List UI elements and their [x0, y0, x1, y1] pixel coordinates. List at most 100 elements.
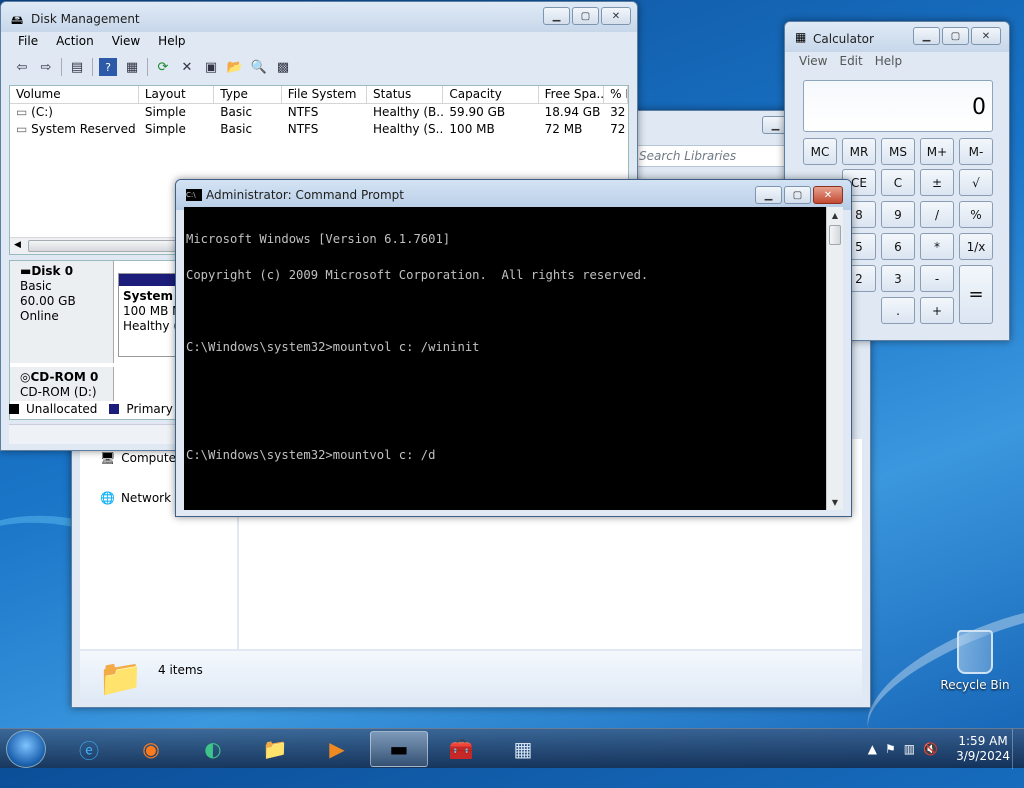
rescan-icon[interactable]: ▩ — [274, 58, 292, 76]
console-tree-icon[interactable]: ▤ — [68, 58, 86, 76]
calc-button[interactable]: √ — [959, 169, 993, 196]
calc-button[interactable]: 6 — [881, 233, 915, 260]
calc-button[interactable]: 9 — [881, 201, 915, 228]
vertical-scrollbar[interactable]: ▲ ▼ — [826, 207, 843, 510]
calc-button[interactable]: / — [920, 201, 954, 228]
menu-action[interactable]: Action — [47, 32, 103, 50]
taskbar-app-ie[interactable]: ⓔ — [60, 731, 118, 767]
close-button[interactable]: ✕ — [813, 186, 843, 204]
maximize-button[interactable]: ▢ — [784, 186, 811, 204]
menu-help[interactable]: Help — [869, 52, 908, 70]
column-header-type[interactable]: Type — [214, 86, 282, 103]
cmd-icon: ▬ — [389, 737, 409, 761]
window-title: Calculator — [813, 32, 874, 46]
title-bar[interactable]: C:\ Administrator: Command Prompt ▁ ▢ ✕ — [176, 180, 851, 210]
scrollbar-thumb[interactable] — [28, 240, 188, 252]
disk-0-label[interactable]: ▬Disk 0 Basic 60.00 GB Online — [10, 261, 114, 363]
title-bar[interactable]: ▦ Calculator ▁ ▢ ✕ — [785, 22, 1009, 52]
column-header-layout[interactable]: Layout — [139, 86, 215, 103]
scroll-down-icon[interactable]: ▼ — [827, 494, 843, 510]
title-bar[interactable]: 🖴 Disk Management ▁ ▢ ✕ — [1, 2, 637, 32]
recycle-bin[interactable]: Recycle Bin — [940, 630, 1010, 692]
calculator-icon: ▦ — [513, 737, 533, 761]
forward-icon[interactable]: ⇨ — [37, 58, 55, 76]
calc-button[interactable]: * — [920, 233, 954, 260]
cell-capacity: 59.90 GB — [449, 105, 506, 119]
column-header-volume[interactable]: Volume — [10, 86, 139, 103]
properties-icon[interactable]: ▦ — [123, 58, 141, 76]
network-status-icon[interactable]: ▥ — [904, 742, 915, 756]
scroll-left-icon[interactable]: ◀ — [14, 240, 21, 250]
item-count: 4 items — [158, 663, 203, 677]
calc-button[interactable]: MR — [842, 138, 876, 165]
menu-file[interactable]: File — [9, 32, 47, 50]
details-pane: 📁 4 items — [80, 651, 862, 699]
calc-button[interactable]: . — [881, 297, 915, 324]
maximize-button[interactable]: ▢ — [942, 27, 969, 45]
volume-muted-icon[interactable]: 🔇 — [923, 742, 938, 756]
nav-item-network[interactable]: 🌐 Network — [100, 491, 171, 505]
disk-size: 60.00 GB — [20, 294, 76, 308]
menu-help[interactable]: Help — [149, 32, 194, 50]
taskbar-app-cmd[interactable]: ▬ — [370, 731, 428, 767]
show-hidden-icons-icon[interactable]: ▲ — [868, 742, 877, 756]
calc-button[interactable]: ± — [920, 169, 954, 196]
volume-list-header: Volume Layout Type File System Status Ca… — [10, 86, 628, 104]
menu-edit[interactable]: Edit — [833, 52, 868, 70]
start-button[interactable] — [6, 730, 46, 768]
column-header-capacity[interactable]: Capacity — [443, 86, 539, 103]
calc-button[interactable]: C — [881, 169, 915, 196]
table-row[interactable]: ▭ System Reserved Simple Basic NTFS Heal… — [10, 121, 628, 138]
menu-view[interactable]: View — [793, 52, 833, 70]
minimize-button[interactable]: ▁ — [543, 7, 570, 25]
refresh-icon[interactable]: ⟳ — [154, 58, 172, 76]
calc-button[interactable]: MC — [803, 138, 837, 165]
calc-button[interactable]: % — [959, 201, 993, 228]
action-center-flag-icon[interactable]: ⚑ — [885, 742, 896, 756]
calc-button[interactable]: M+ — [920, 138, 954, 165]
taskbar-app-explorer[interactable]: 📁 — [246, 731, 304, 767]
scroll-up-icon[interactable]: ▲ — [827, 207, 843, 223]
show-desktop-button[interactable] — [1012, 729, 1024, 769]
calc-button-equals[interactable]: = — [959, 265, 993, 324]
taskbar-app-calculator[interactable]: ▦ — [494, 731, 552, 767]
maximize-button[interactable]: ▢ — [572, 7, 599, 25]
console-output[interactable]: Microsoft Windows [Version 6.1.7601] Cop… — [184, 207, 826, 510]
taskbar: ⓔ ◉ ◐ 📁 ▶ ▬ 🧰 ▦ ▲ ⚑ ▥ 🔇 1:59 AM 3/9/2024 — [0, 728, 1024, 769]
taskbar-app-media-player[interactable]: ▶ — [308, 731, 366, 767]
nav-item-computer[interactable]: 🖥 Computer — [100, 451, 181, 465]
search-icon[interactable]: 🔍 — [250, 58, 268, 76]
command-prompt-window[interactable]: C:\ Administrator: Command Prompt ▁ ▢ ✕ … — [175, 179, 852, 517]
check-icon[interactable]: ▣ — [202, 58, 220, 76]
column-header-percent-free[interactable]: % F — [604, 86, 628, 103]
calc-button[interactable]: M- — [959, 138, 993, 165]
menu-view[interactable]: View — [103, 32, 149, 50]
calc-button[interactable]: 3 — [881, 265, 915, 292]
taskbar-app-globe-app[interactable]: ◐ — [184, 731, 242, 767]
calc-button[interactable]: + — [920, 297, 954, 324]
back-icon[interactable]: ⇦ — [13, 58, 31, 76]
calc-button[interactable]: 1/x — [959, 233, 993, 260]
calc-button[interactable]: - — [920, 265, 954, 292]
table-row[interactable]: ▭ (C:) Simple Basic NTFS Healthy (B... 5… — [10, 104, 628, 121]
column-header-status[interactable]: Status — [367, 86, 444, 103]
cdrom-icon: ◎ — [20, 370, 31, 384]
cmd-icon: C:\ — [186, 189, 202, 201]
clock[interactable]: 1:59 AM 3/9/2024 — [956, 734, 1010, 764]
minimize-button[interactable]: ▁ — [755, 186, 782, 204]
taskbar-app-firefox[interactable]: ◉ — [122, 731, 180, 767]
volume-name: (C:) — [31, 105, 53, 119]
window-title: Administrator: Command Prompt — [206, 188, 404, 202]
cdrom-0-label[interactable]: ◎CD-ROM 0 CD-ROM (D:) — [10, 367, 114, 401]
help-icon[interactable]: ? — [99, 58, 117, 76]
calc-button[interactable]: MS — [881, 138, 915, 165]
minimize-button[interactable]: ▁ — [913, 27, 940, 45]
taskbar-app-toolbox[interactable]: 🧰 — [432, 731, 490, 767]
open-folder-icon[interactable]: 📂 — [226, 58, 244, 76]
close-button[interactable]: ✕ — [601, 7, 631, 25]
column-header-free-space[interactable]: Free Spa... — [539, 86, 605, 103]
delete-icon[interactable]: ✕ — [178, 58, 196, 76]
scrollbar-thumb[interactable] — [829, 225, 841, 245]
close-button[interactable]: ✕ — [971, 27, 1001, 45]
column-header-filesystem[interactable]: File System — [282, 86, 368, 103]
